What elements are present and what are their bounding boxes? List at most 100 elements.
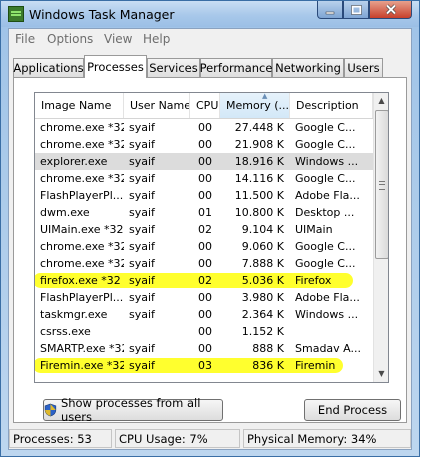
cell-description: Google C... [295,172,356,185]
scroll-thumb[interactable] [375,110,388,259]
task-manager-window: Windows Task Manager File Options View H… [0,0,420,457]
cell-image-name: taskmgr.exe [40,308,108,321]
scroll-down-icon[interactable]: ▼ [374,366,388,382]
cell-image-name: chrome.exe *32 [40,172,124,185]
table-row[interactable]: chrome.exe *32 syaif 00 7.888 K Google C... [35,255,373,272]
vertical-scrollbar[interactable]: ▲ ▼ [373,93,388,382]
table-row[interactable]: explorer.exe syaif 00 18.916 K Windows ... [35,153,373,170]
cell-description: Google C... [295,257,356,270]
end-process-button[interactable]: End Process [304,399,401,421]
tab-applications[interactable]: Applications [13,58,84,77]
sort-ascending-icon: ▲ [262,93,268,100]
cell-description [290,323,373,340]
cell-memory: 21.908 K [234,138,284,151]
tab-performance[interactable]: Performance [200,58,272,77]
column-cpu[interactable]: CPU [190,93,220,118]
cell-cpu: 00 [198,189,212,202]
cell-user-name: syaif [129,155,155,168]
cell-user-name: syaif [129,121,155,134]
status-physical-memory: Physical Memory: 34% [243,429,411,448]
menu-file[interactable]: File [15,32,35,46]
cell-memory: 888 K [252,342,284,355]
close-button[interactable] [369,1,412,19]
cell-user-name: syaif [129,359,155,372]
column-description[interactable]: Description [290,93,373,118]
show-all-users-button[interactable]: Show processes from all users [43,396,223,424]
menu-bar: File Options View Help [9,29,411,49]
title-bar[interactable]: Windows Task Manager [1,1,419,27]
cell-description: Desktop ... [295,206,355,219]
cell-memory: 3.980 K [241,291,284,304]
cell-description: Windows ... [295,308,359,321]
cell-description: Firemin [295,359,336,372]
table-row[interactable]: chrome.exe *32 syaif 00 27.448 K Google C... [35,119,373,136]
cell-description: UIMain [295,223,333,236]
table-row[interactable]: taskmgr.exe syaif 00 2.364 K Windows ... [35,306,373,323]
tab-processes[interactable]: Processes [84,55,147,78]
cell-image-name: dwm.exe [40,206,90,219]
column-user-name[interactable]: User Name [124,93,190,118]
cell-user-name: syaif [129,342,155,355]
scroll-up-icon[interactable]: ▲ [374,93,388,109]
table-row[interactable]: UIMain.exe *32 syaif 02 9.104 K UIMain [35,221,373,238]
cell-image-name: FlashPlayerPl... [40,291,124,304]
status-bar: Processes: 53 CPU Usage: 7% Physical Mem… [9,427,411,449]
cell-user-name: syaif [129,189,155,202]
cell-memory: 27.448 K [234,121,284,134]
table-row[interactable]: FlashPlayerPl... syaif 00 11.500 K Adobe Fla… [35,187,373,204]
table-row[interactable]: SMARTP.exe *32 syaif 00 888 K Smadav A... [35,340,373,357]
cell-cpu: 00 [198,138,212,151]
cell-cpu: 00 [198,342,212,355]
cell-user-name: syaif [129,308,155,321]
cell-cpu: 02 [198,274,212,287]
cell-image-name: chrome.exe *32 [40,240,124,253]
cell-description: Smadav A... [295,342,361,355]
cell-user-name: syaif [129,274,155,287]
tab-networking[interactable]: Networking [272,58,344,77]
cell-memory: 5.036 K [241,274,284,287]
table-row[interactable]: chrome.exe *32 syaif 00 9.060 K Google C... [35,238,373,255]
minimize-icon [325,11,335,14]
cell-image-name: FlashPlayerPl... [40,189,124,202]
cell-user-name: syaif [129,172,155,185]
cell-user-name [124,323,190,340]
cell-cpu: 00 [198,172,212,185]
cell-image-name: chrome.exe *32 [40,257,124,270]
cell-cpu: 00 [198,240,212,253]
cell-image-name: chrome.exe *32 [40,138,124,151]
status-processes: Processes: 53 [9,429,112,448]
cell-cpu: 00 [198,257,212,270]
table-row[interactable]: chrome.exe *32 syaif 00 21.908 K Google C... [35,136,373,153]
column-image-name[interactable]: Image Name [35,93,124,118]
tab-services[interactable]: Services [147,58,200,77]
cell-image-name: SMARTP.exe *32 [40,342,124,355]
cell-cpu: 01 [198,206,212,219]
table-row[interactable]: FlashPlayerPl... syaif 00 3.980 K Adobe Fla.… [35,289,373,306]
cell-description: Google C... [295,121,356,134]
window-title: Windows Task Manager [29,7,175,22]
cell-description: Windows ... [295,155,359,168]
cell-user-name: syaif [129,257,155,270]
table-row[interactable]: dwm.exe syaif 01 10.800 K Desktop ... [35,204,373,221]
table-row[interactable]: chrome.exe *32 syaif 00 14.116 K Google C... [35,170,373,187]
minimize-button[interactable] [317,1,343,19]
show-all-users-label: Show processes from all users [60,396,201,424]
tab-users[interactable]: Users [344,58,383,77]
process-list[interactable]: Image Name User Name CPU ▲ Memory (... D… [34,92,389,383]
cell-memory: 18.916 K [234,155,284,168]
menu-options[interactable]: Options [47,32,93,46]
column-memory[interactable]: ▲ Memory (... [220,93,290,118]
client-area: File Options View Help Applications Proc… [8,28,412,450]
cell-image-name: explorer.exe [40,155,108,168]
menu-view[interactable]: View [104,32,132,46]
menu-help[interactable]: Help [143,32,170,46]
caption-buttons [317,1,412,20]
table-row[interactable]: firefox.exe *32 syaif 02 5.036 K Firefox [35,272,373,289]
cell-memory: 9.104 K [241,223,284,236]
processes-panel: Image Name User Name CPU ▲ Memory (... D… [13,77,407,424]
maximize-button[interactable] [343,1,369,19]
table-row[interactable]: Firemin.exe *32 syaif 03 836 K Firemin [35,357,373,374]
task-manager-icon [8,6,24,22]
cell-cpu: 00 [198,308,212,321]
table-row[interactable]: csrss.exe 00 1.152 K [35,323,373,340]
